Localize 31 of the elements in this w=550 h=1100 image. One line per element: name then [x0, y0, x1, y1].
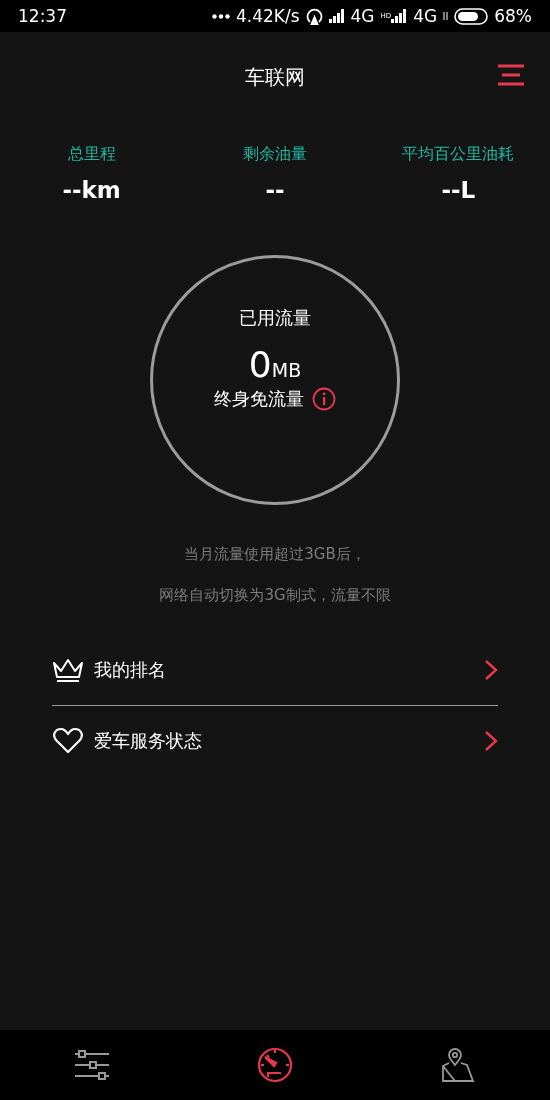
more-icon [211, 13, 230, 19]
plan-label: 终身免流量 [214, 387, 304, 411]
hotspot-icon [305, 7, 323, 25]
usage-unit: MB [271, 359, 302, 381]
signal-icon [328, 9, 345, 23]
heart-icon [52, 726, 84, 755]
crown-icon [52, 657, 84, 683]
battery-percent: 68% [494, 6, 532, 26]
stat-value: --km [62, 177, 121, 203]
network-type: 4G [413, 6, 438, 26]
battery-icon [454, 7, 489, 25]
menu-button[interactable] [498, 64, 524, 86]
stat-value: -- [265, 177, 285, 203]
signal-icon [391, 9, 408, 23]
chevron-right-icon [484, 659, 498, 681]
chevron-right-icon [484, 729, 498, 752]
stat-label: 平均百公里油耗 [402, 144, 515, 165]
usage-amount: 0 [248, 344, 272, 385]
info-icon[interactable] [312, 387, 336, 411]
stat-label: 剩余油量 [243, 144, 307, 165]
stat-label: 总里程 [67, 144, 116, 165]
network-speed: 4.42K/s [235, 6, 300, 26]
page-title: 车联网 [245, 63, 305, 91]
usage-note: 网络自动切换为3G制式，流量不限 [159, 586, 391, 605]
menu-row[interactable]: 爱车服务状态 [52, 705, 498, 775]
status-time: 12:37 [18, 6, 67, 26]
menu-row[interactable]: 我的排名 [52, 635, 498, 705]
stat-value: --L [441, 177, 476, 203]
network-type: 4G [350, 6, 375, 26]
usage-title: 已用流量 [239, 306, 311, 330]
usage-note: 当月流量使用超过3GB后， [184, 545, 366, 564]
